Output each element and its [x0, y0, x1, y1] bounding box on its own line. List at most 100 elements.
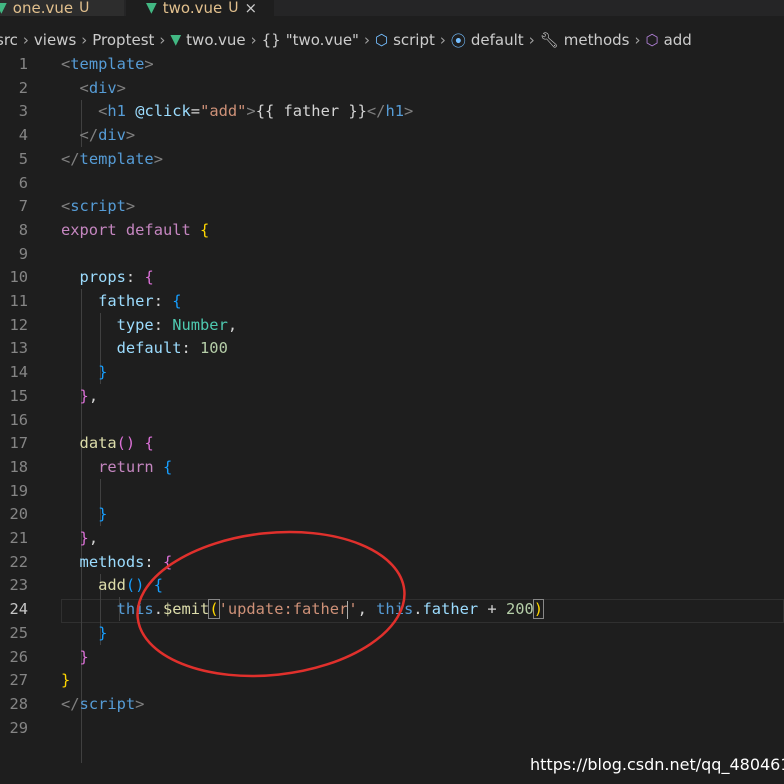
code-line: 8 export default { — [0, 219, 784, 243]
line-number: 5 — [18, 149, 28, 168]
method-cube-icon: ⬡ — [645, 31, 659, 49]
code-text: <h1 @click="add">{{ father }}</h1> — [98, 102, 414, 121]
code-text: </script> — [61, 694, 145, 713]
vue-file-icon: ▼ — [170, 32, 182, 48]
code-text: add() { — [98, 576, 163, 595]
vue-file-icon: ▼ — [0, 0, 7, 16]
vue-file-icon: ▼ — [146, 0, 157, 16]
untracked-badge: U — [228, 0, 239, 16]
line-number: 18 — [9, 457, 28, 476]
breadcrumb-item-module[interactable]: "two.vue" — [286, 31, 359, 49]
code-line: 17 data() { — [0, 432, 784, 456]
code-text: }, — [79, 529, 99, 547]
line-number: 25 — [9, 623, 28, 642]
tab-one-vue[interactable]: ▼ one.vue U — [0, 0, 124, 17]
code-text: } — [98, 623, 108, 642]
line-number: 12 — [9, 315, 28, 334]
chevron-right-icon: › — [363, 31, 370, 49]
breadcrumb-item-proptest[interactable]: Proptest — [92, 31, 154, 49]
code-line: 2 <div> — [0, 77, 784, 101]
breadcrumb-item-script[interactable]: script — [393, 31, 435, 49]
line-number: 8 — [18, 220, 28, 239]
line-number: 17 — [9, 434, 28, 453]
tab-label: one.vue — [12, 0, 74, 17]
code-line: 12 type: Number, — [0, 314, 784, 338]
code-line: 22 methods: { — [0, 551, 784, 575]
line-number: 2 — [18, 78, 28, 97]
chevron-right-icon: › — [159, 31, 166, 49]
code-text: } — [98, 505, 108, 524]
braces-icon: {} — [261, 31, 281, 49]
line-number: 3 — [18, 102, 28, 121]
line-number: 13 — [9, 339, 28, 358]
code-line: 14 } — [0, 361, 784, 385]
code-text: props: { — [79, 268, 154, 287]
breadcrumb-item-views[interactable]: views — [34, 31, 76, 49]
code-line: 20 } — [0, 503, 784, 527]
close-icon[interactable]: × — [244, 0, 257, 17]
code-text: </div> — [79, 126, 136, 145]
line-number: 7 — [18, 197, 28, 216]
line-number: 9 — [18, 244, 28, 263]
chevron-right-icon: › — [439, 31, 446, 49]
breadcrumb-item-add[interactable]: add — [664, 31, 692, 49]
code-line: 10 props: { — [0, 266, 784, 290]
breadcrumb: src › views › Proptest › ▼ two.vue › {} … — [0, 28, 784, 52]
code-line: 15 }, — [0, 385, 784, 409]
code-text: methods: { — [79, 552, 173, 571]
code-text: } — [98, 363, 108, 382]
tab-bar: ▼ one.vue U ▼ two.vue U × — [0, 0, 784, 17]
field-icon: ⦿ — [450, 31, 466, 50]
code-text: data() { — [79, 434, 154, 453]
tab-label: two.vue — [162, 0, 223, 17]
untracked-badge: U — [79, 0, 90, 16]
code-editor[interactable]: 1 <template> 2 <div> 3 <h1 @click="add">{… — [0, 53, 784, 763]
code-line: 7 <script> — [0, 195, 784, 219]
breadcrumb-item-default[interactable]: default — [471, 31, 524, 49]
line-number: 28 — [9, 694, 28, 713]
code-line: 27} — [0, 669, 784, 693]
breadcrumb-item-src[interactable]: src — [0, 31, 18, 49]
line-number: 16 — [9, 410, 28, 429]
line-number: 24 — [9, 600, 28, 619]
line-number: 22 — [9, 552, 28, 571]
wrench-icon: 🔧︎ — [539, 31, 559, 49]
code-text: return { — [98, 457, 173, 476]
code-text: father: { — [98, 292, 182, 310]
code-text: type: Number, — [116, 315, 238, 334]
code-line: 21 }, — [0, 527, 784, 551]
line-number: 15 — [9, 386, 28, 405]
code-line: 13 default: 100 — [0, 337, 784, 361]
code-line: 29 — [0, 717, 784, 741]
code-text: } — [61, 671, 71, 690]
code-line: 19 — [0, 480, 784, 504]
line-number: 21 — [9, 529, 28, 547]
code-text: this.$emit('update:father', this.father … — [116, 599, 545, 620]
code-line: 1 <template> — [0, 53, 784, 77]
code-line: 25 } — [0, 622, 784, 646]
chevron-right-icon: › — [81, 31, 88, 49]
line-number: 19 — [9, 481, 28, 500]
code-line: 6 — [0, 172, 784, 196]
chevron-right-icon: › — [250, 31, 257, 49]
line-number: 20 — [9, 505, 28, 524]
tab-two-vue[interactable]: ▼ two.vue U × — [126, 0, 274, 17]
code-line: 11 father: { — [0, 290, 784, 314]
line-number: 10 — [9, 268, 28, 287]
code-text: </template> — [61, 149, 163, 168]
breadcrumb-item-methods[interactable]: methods — [564, 31, 630, 49]
chevron-right-icon: › — [22, 31, 29, 49]
breadcrumb-item-file[interactable]: two.vue — [186, 31, 245, 49]
line-number: 26 — [9, 647, 28, 666]
chevron-right-icon: › — [634, 31, 641, 49]
line-number: 29 — [9, 718, 28, 737]
line-number: 1 — [18, 55, 28, 73]
code-text: export default { — [61, 220, 210, 239]
cube-icon: ⬡ — [374, 31, 389, 49]
line-number: 23 — [9, 576, 28, 595]
code-line: 3 <h1 @click="add">{{ father }}</h1> — [0, 100, 784, 124]
code-line: 18 return { — [0, 456, 784, 480]
code-text: <template> — [61, 55, 154, 73]
line-number: 11 — [9, 292, 28, 310]
watermark: https://blog.csdn.net/qq_48046110 — [530, 755, 784, 774]
